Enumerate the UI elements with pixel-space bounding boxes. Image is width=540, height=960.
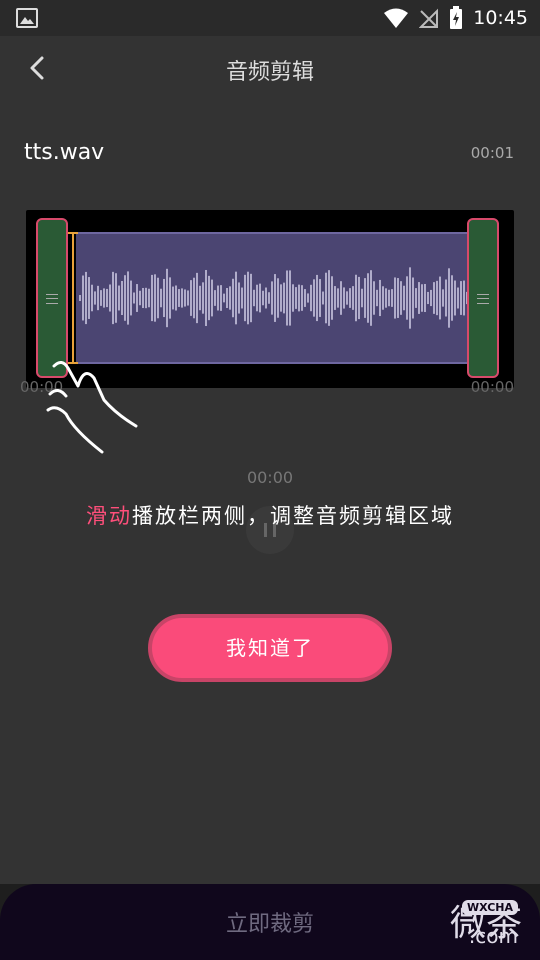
guide-message: 播放栏两侧，调整音频剪辑区域 [132, 504, 454, 528]
trim-handle-left[interactable] [36, 218, 68, 378]
wifi-icon [384, 8, 409, 28]
guide-highlight: 滑动 [86, 504, 132, 528]
waveform-selection [76, 232, 468, 364]
watermark-badge: WXCHA [461, 900, 518, 915]
status-bar: 10:45 [0, 0, 540, 36]
got-it-button[interactable]: 我知道了 [148, 614, 392, 682]
page-title: 音频剪辑 [225, 60, 314, 85]
hand-gesture-icon [46, 361, 138, 454]
status-time: 10:45 [473, 7, 528, 29]
guide-text: 滑动播放栏两侧，调整音频剪辑区域 [0, 500, 540, 530]
file-duration: 00:01 [470, 144, 514, 162]
trim-handle-right[interactable] [467, 218, 499, 378]
bottom-bar: 立即裁剪 微茶 WXCHA .com [0, 884, 540, 960]
editor-content: tts.wav 00:01 00:00 00:00 00:00 滑动播放栏两侧，… [0, 100, 540, 884]
no-signal-icon [419, 8, 439, 28]
status-icons: 10:45 [383, 4, 528, 32]
grip-icon [46, 294, 58, 304]
battery-charging-icon [450, 6, 463, 29]
image-notification-icon [16, 8, 38, 28]
grip-icon [477, 294, 489, 304]
watermark-domain: .com [468, 924, 518, 948]
current-time: 00:00 [246, 468, 294, 487]
end-tick: 00:00 [470, 378, 514, 396]
file-name: tts.wav [24, 140, 105, 165]
waveform [79, 267, 468, 329]
watermark-logo: 微茶 WXCHA .com [450, 894, 522, 948]
playhead[interactable] [68, 232, 78, 364]
header: 音频剪辑 [0, 36, 540, 100]
